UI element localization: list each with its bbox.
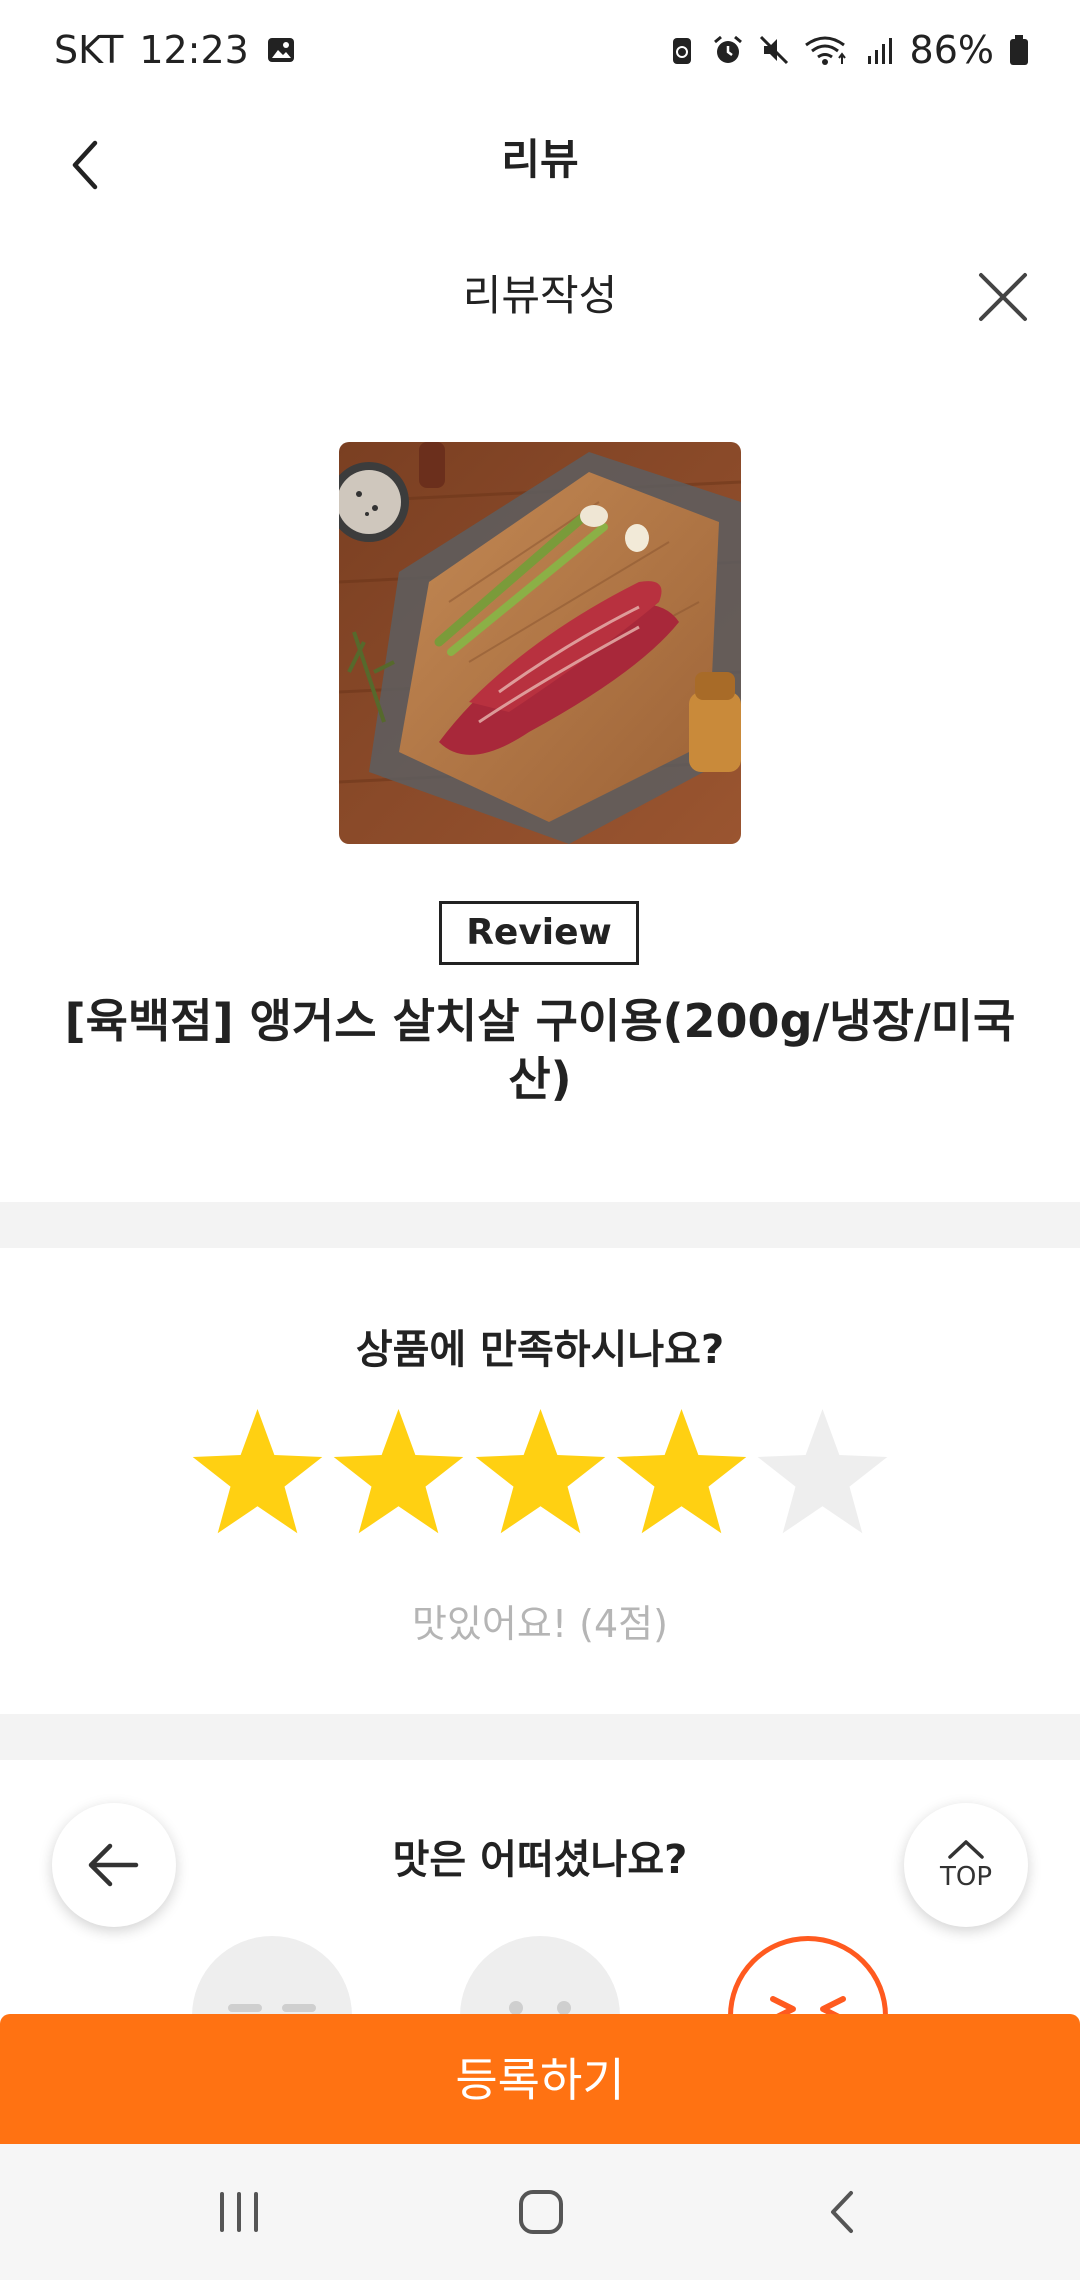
top-label: TOP [939,1862,993,1892]
satisfaction-question: 상품에 만족하시나요? [355,1327,725,1373]
review-badge: Review [439,901,639,965]
submit-button[interactable]: 등록하기 [0,2014,1080,2144]
signal-icon [867,38,892,64]
back-icon [831,2191,853,2233]
scroll-top-button[interactable]: TOP [904,1803,1028,1927]
star-filled-icon[interactable] [614,1405,749,1540]
page-title: 리뷰 [501,135,579,184]
status-left: SKT 12:23 [54,28,297,72]
app-header: 리뷰 [0,110,1080,210]
section-divider [0,1714,1080,1760]
battery-saver-icon [672,38,691,64]
star-filled-icon[interactable] [190,1405,325,1540]
star-rating[interactable] [190,1405,890,1540]
product-photo [339,442,741,844]
system-nav-bar [0,2144,1080,2280]
clock: 12:23 [139,28,249,72]
product-name: [육백점] 앵거스 살치살 구이용(200g/냉장/미국산) [64,994,1016,1106]
close-icon [979,273,1027,321]
star-empty-icon[interactable] [755,1405,890,1540]
section-divider [0,1202,1080,1248]
floating-back-button[interactable] [52,1803,176,1927]
wifi-icon [804,36,846,65]
alarm-icon [713,35,742,63]
carrier-label: SKT [54,28,124,72]
close-button[interactable] [968,262,1038,332]
system-back-button[interactable] [798,2174,888,2250]
recent-apps-icon [220,2192,258,2232]
recent-apps-button[interactable] [194,2174,284,2250]
product-image [339,442,741,844]
rating-label: 맛있어요! (4점) [412,1602,668,1646]
home-icon [519,2190,563,2234]
battery-icon [1010,35,1028,65]
status-right: 86% [666,28,1030,72]
mute-icon [759,35,788,65]
home-button[interactable] [496,2174,586,2250]
status-bar: SKT 12:23 86% [0,0,1080,110]
battery-percent: 86% [909,28,994,72]
star-filled-icon[interactable] [473,1405,608,1540]
gallery-icon [267,38,294,62]
sheet-title: 리뷰작성 [462,271,618,320]
chevron-up-icon [948,1840,984,1859]
star-filled-icon[interactable] [331,1405,466,1540]
arrow-left-icon [88,1843,139,1887]
